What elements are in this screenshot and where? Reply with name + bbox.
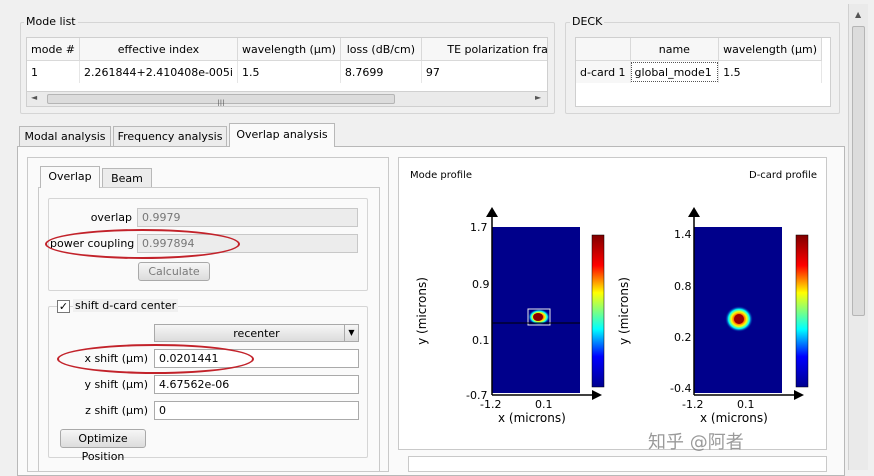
dcard-xtick-0: -1.2 bbox=[682, 398, 704, 411]
dcard-hotspot bbox=[734, 314, 744, 324]
cell-loss[interactable]: 8.7699 bbox=[340, 60, 422, 83]
mode-xtick-1: 0.1 bbox=[535, 398, 553, 411]
power-coupling-highlight bbox=[45, 229, 240, 259]
col-effective-index[interactable]: effective index bbox=[79, 38, 238, 61]
deck-cell-wavelength[interactable]: 1.5 bbox=[718, 60, 822, 83]
mode-profile-plot bbox=[486, 207, 809, 400]
mode-list-scroll-thumb[interactable]: ||| bbox=[47, 94, 395, 107]
mode-y-arrow bbox=[486, 207, 498, 217]
dcard-ytick-1: 0.8 bbox=[674, 280, 692, 293]
tab-modal-analysis[interactable]: Modal analysis bbox=[19, 126, 111, 146]
deck-col-name[interactable]: name bbox=[630, 38, 720, 61]
overlap-label: overlap bbox=[90, 211, 132, 224]
overlap-field: 0.9979 bbox=[137, 208, 358, 227]
shift-checkbox-label[interactable]: shift d-card center bbox=[73, 299, 179, 312]
table-row[interactable]: 1 2.261844+2.410408e-005i 1.5 8.7699 97 bbox=[27, 60, 547, 83]
cell-mode-number[interactable]: 1 bbox=[27, 60, 80, 83]
mode-list-table: mode # effective index wavelength (µm) l… bbox=[27, 38, 547, 83]
scroll-grip-icon: ||| bbox=[217, 99, 225, 107]
cell-te-fraction[interactable]: 97 bbox=[421, 60, 547, 83]
mode-list-hscrollbar[interactable]: ◄ ||| ► bbox=[27, 91, 547, 106]
scroll-up-icon[interactable]: ▲ bbox=[855, 10, 861, 19]
chevron-down-icon[interactable]: ▼ bbox=[344, 325, 358, 341]
dcard-x-arrow bbox=[794, 390, 804, 400]
deck-table-area: name wavelength (µm) d-card 1 global_mod… bbox=[575, 37, 831, 107]
dcard-ytick-2: 0.2 bbox=[674, 331, 692, 344]
tab-overlap-analysis[interactable]: Overlap analysis bbox=[229, 123, 335, 147]
watermark: 知乎 @阿者 bbox=[648, 432, 744, 453]
deck-col-rowheader bbox=[576, 38, 631, 61]
dcard-ylabel: y (microns) bbox=[616, 277, 631, 345]
mode-ytick-1: 0.9 bbox=[472, 278, 490, 291]
mode-ytick-2: 0.1 bbox=[472, 334, 490, 347]
dcard-ytick-3: -0.4 bbox=[670, 382, 692, 395]
mode-list-title: Mode list bbox=[24, 15, 78, 28]
col-loss[interactable]: loss (dB/cm) bbox=[340, 38, 422, 61]
mode-xlabel: x (microns) bbox=[498, 411, 566, 425]
deck-title: DECK bbox=[570, 15, 605, 28]
dcard-xlabel: x (microns) bbox=[700, 411, 768, 425]
shift-checkbox[interactable]: ✓ bbox=[57, 300, 70, 313]
col-mode-number[interactable]: mode # bbox=[27, 38, 80, 61]
mode-ylabel: y (microns) bbox=[414, 277, 429, 345]
deck-table: name wavelength (µm) d-card 1 global_mod… bbox=[576, 38, 822, 83]
table-row[interactable]: d-card 1 global_mode1 1.5 bbox=[576, 60, 822, 83]
mode-x-arrow bbox=[592, 390, 602, 400]
deck-row-header[interactable]: d-card 1 bbox=[576, 60, 631, 83]
recenter-dropdown[interactable]: recenter ▼ bbox=[154, 324, 359, 342]
deck-cell-name[interactable]: global_mode1 bbox=[630, 60, 720, 83]
z-shift-field[interactable]: 0 bbox=[154, 401, 359, 420]
optimize-position-button[interactable]: Optimize Position bbox=[60, 429, 146, 463]
col-wavelength[interactable]: wavelength (µm) bbox=[237, 38, 341, 61]
tab-beam[interactable]: Beam bbox=[102, 168, 152, 188]
scroll-right-icon[interactable]: ► bbox=[535, 93, 541, 102]
col-te-fraction[interactable]: TE polarization fraction (Ex) bbox=[421, 38, 547, 61]
bottom-panel-strip bbox=[408, 456, 827, 472]
recenter-dropdown-value: recenter bbox=[233, 327, 280, 340]
mode-ytick-0: 1.7 bbox=[470, 221, 488, 234]
window-scroll-thumb[interactable] bbox=[852, 26, 865, 316]
dcard-colorbar bbox=[795, 234, 809, 388]
calculate-button[interactable]: Calculate bbox=[138, 262, 210, 281]
tab-frequency-analysis[interactable]: Frequency analysis bbox=[113, 126, 227, 146]
mode-xtick-0: -1.2 bbox=[480, 398, 502, 411]
x-shift-highlight bbox=[57, 344, 254, 374]
dcard-xtick-1: 0.1 bbox=[737, 398, 755, 411]
dcard-ytick-0: 1.4 bbox=[674, 228, 692, 241]
tab-overlap[interactable]: Overlap bbox=[40, 166, 100, 188]
mode-colorbar bbox=[591, 234, 605, 388]
z-shift-label: z shift (µm) bbox=[85, 404, 148, 417]
cell-wavelength[interactable]: 1.5 bbox=[237, 60, 341, 83]
dcard-y-arrow bbox=[688, 207, 700, 217]
deck-col-wavelength[interactable]: wavelength (µm) bbox=[718, 38, 822, 61]
window-vscrollbar[interactable]: ▲ bbox=[848, 4, 868, 470]
cell-effective-index[interactable]: 2.261844+2.410408e-005i bbox=[79, 60, 238, 83]
scroll-left-icon[interactable]: ◄ bbox=[31, 93, 37, 102]
mode-list-table-area: mode # effective index wavelength (µm) l… bbox=[26, 37, 548, 107]
mode-hotspot bbox=[533, 313, 543, 321]
y-shift-field[interactable]: 4.67562e-06 bbox=[154, 375, 359, 394]
y-shift-label: y shift (µm) bbox=[84, 378, 148, 391]
